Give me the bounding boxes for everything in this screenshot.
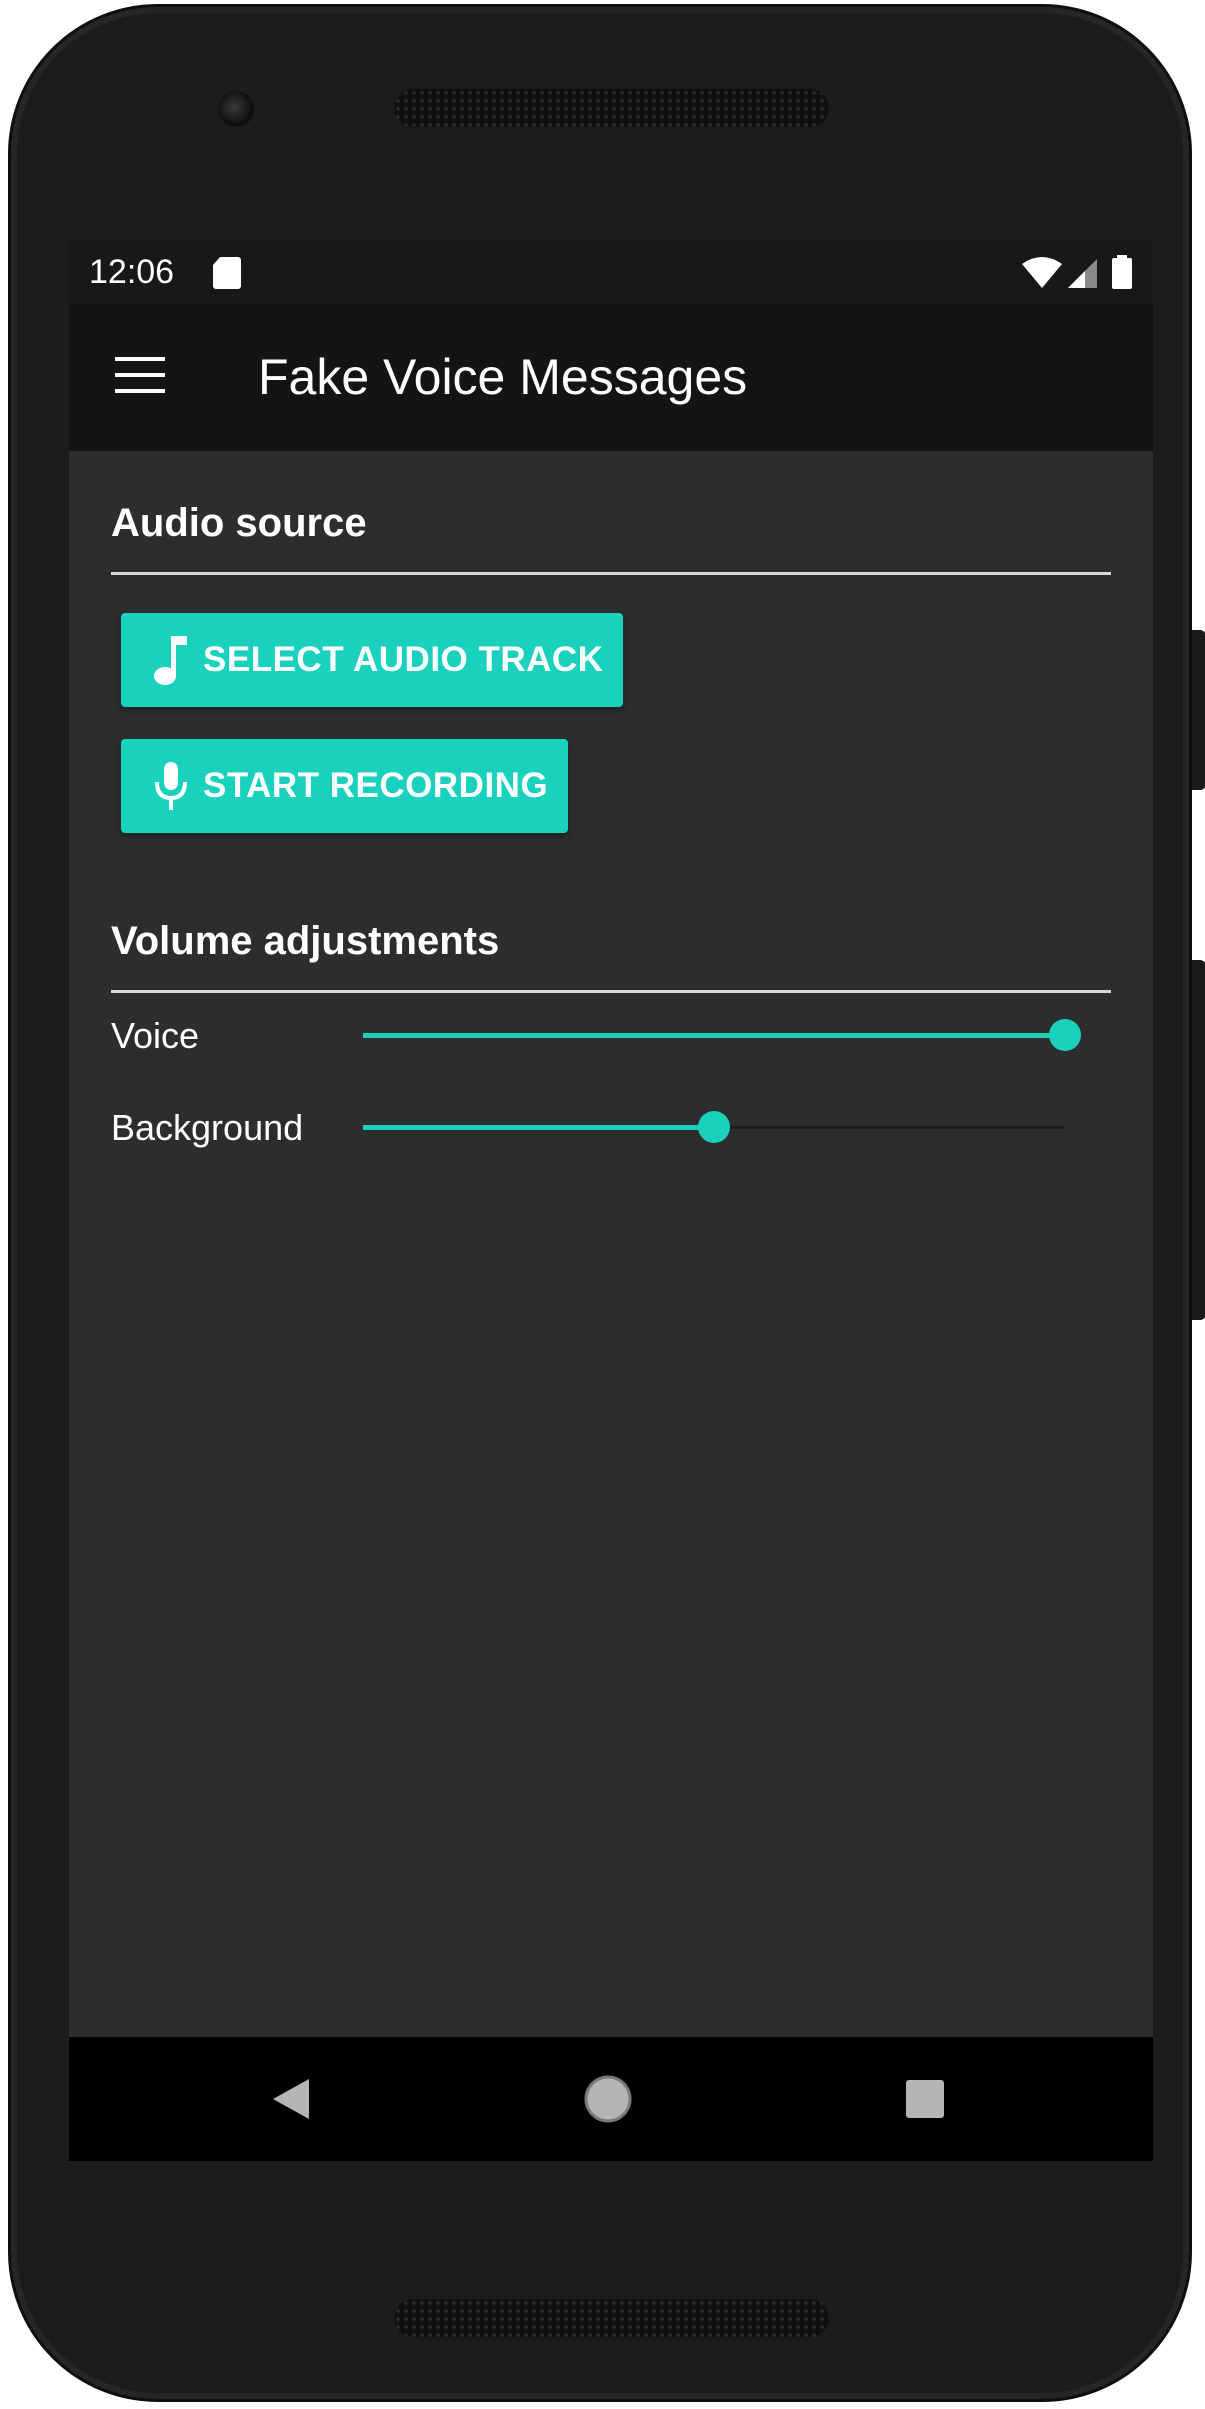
power-button xyxy=(1192,630,1205,790)
volume-rocker xyxy=(1192,960,1205,1320)
app-title: Fake Voice Messages xyxy=(258,349,748,405)
status-icons xyxy=(1022,255,1133,294)
sd-card-icon xyxy=(212,257,242,294)
slider-fill xyxy=(363,1033,1065,1038)
recents-icon[interactable] xyxy=(889,2063,961,2135)
navigation-bar xyxy=(69,2037,1153,2161)
volume-divider xyxy=(111,990,1111,993)
cell-signal-icon xyxy=(1067,259,1103,293)
slider-thumb[interactable] xyxy=(698,1111,730,1143)
slider-thumb[interactable] xyxy=(1049,1019,1081,1051)
voice-slider-label: Voice xyxy=(111,1015,200,1056)
status-bar: 12:06 xyxy=(69,241,1153,303)
hamburger-menu-icon[interactable] xyxy=(115,349,167,401)
wifi-icon xyxy=(1022,257,1066,293)
home-icon[interactable] xyxy=(572,2063,644,2135)
front-camera xyxy=(218,91,254,127)
top-speaker-grille xyxy=(394,89,829,127)
voice-slider[interactable] xyxy=(363,1015,1081,1055)
screen: 12:06 Fake Voice Messages Audio source S… xyxy=(69,241,1153,2161)
select-audio-track-label: SELECT AUDIO TRACK xyxy=(203,640,604,679)
slider-fill xyxy=(363,1125,714,1130)
volume-adjustments-heading: Volume adjustments xyxy=(111,919,500,963)
background-slider-label: Background xyxy=(111,1107,304,1148)
audio-source-heading: Audio source xyxy=(111,501,367,545)
bottom-speaker-grille xyxy=(394,2299,829,2337)
microphone-icon xyxy=(153,759,189,813)
back-icon[interactable] xyxy=(255,2063,327,2135)
music-note-icon xyxy=(153,633,189,687)
phone-frame: 12:06 Fake Voice Messages Audio source S… xyxy=(8,4,1192,2402)
status-time: 12:06 xyxy=(89,253,175,291)
audio-source-divider xyxy=(111,572,1111,575)
start-recording-button[interactable]: START RECORDING xyxy=(121,739,569,833)
background-slider[interactable] xyxy=(363,1107,1065,1147)
select-audio-track-button[interactable]: SELECT AUDIO TRACK xyxy=(121,613,624,707)
start-recording-label: START RECORDING xyxy=(203,766,549,805)
app-bar: Fake Voice Messages xyxy=(69,303,1153,451)
battery-icon xyxy=(1111,255,1133,293)
